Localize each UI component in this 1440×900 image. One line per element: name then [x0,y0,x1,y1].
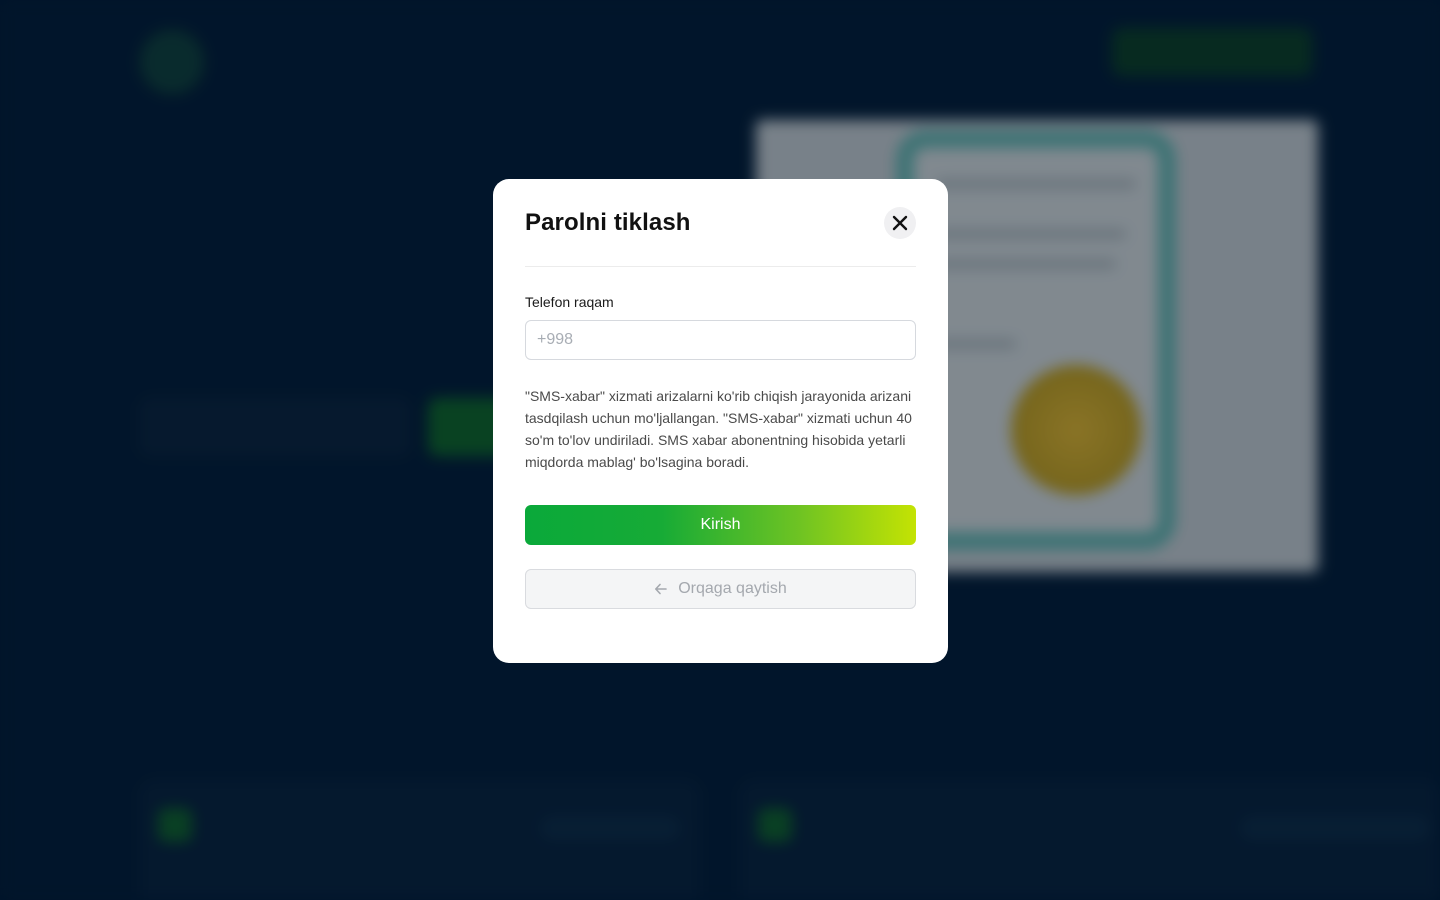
close-icon [892,215,908,230]
password-reset-modal: Parolni tiklash Telefon raqam "SMS-xabar… [493,179,948,663]
back-button-label: Orqaga qaytish [678,580,787,597]
phone-input[interactable] [525,320,916,360]
modal-title: Parolni tiklash [525,208,691,236]
submit-button[interactable]: Kirish [525,505,916,545]
modal-header: Parolni tiklash [525,179,916,267]
back-button[interactable]: Orqaga qaytish [525,569,916,609]
arrow-left-icon [655,583,668,595]
sms-service-note: "SMS-xabar" xizmati arizalarni ko'rib ch… [525,388,912,470]
phone-label: Telefon raqam [525,294,614,310]
close-button[interactable] [884,206,916,239]
